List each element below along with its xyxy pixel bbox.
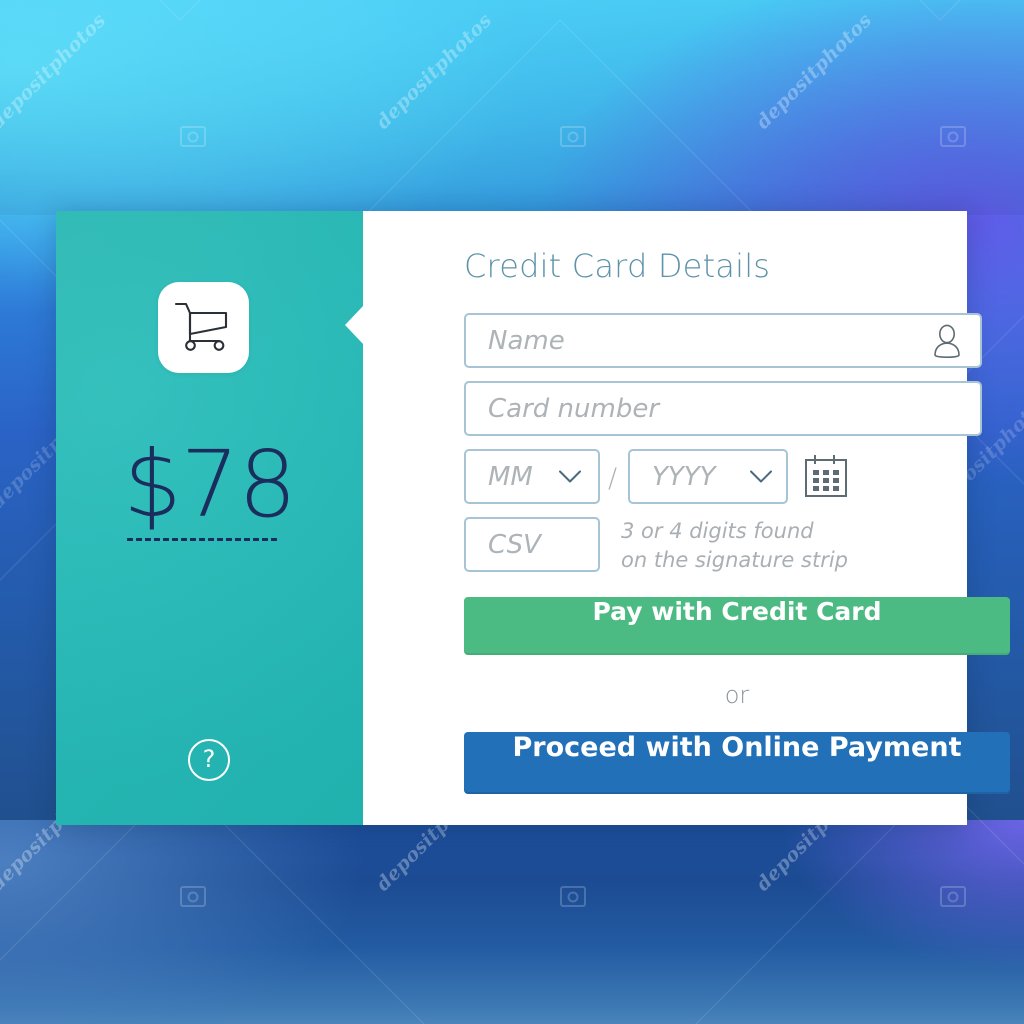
expiry-month-select[interactable]: MM [464, 449, 600, 504]
expiry-year-placeholder: YYYY [652, 461, 716, 492]
chevron-down-icon [559, 470, 581, 482]
card-number-field[interactable]: Card number [464, 381, 982, 436]
credit-card-form-panel: Credit Card Details Name Card number MM [363, 211, 1010, 825]
shopping-cart-icon [174, 302, 228, 351]
cart-icon-tile [158, 282, 249, 373]
name-field-placeholder: Name [488, 325, 565, 356]
csv-hint-line-1: 3 or 4 digits found [621, 519, 814, 543]
or-divider-label: or [724, 681, 750, 709]
csv-field-placeholder: CSV [488, 529, 541, 560]
price-dashed-underline [127, 538, 277, 541]
csv-hint: 3 or 4 digits found on the signature str… [621, 517, 911, 575]
payment-card: $78 ? Credit Card Details Name Card numb… [56, 211, 1010, 825]
date-separator: / [608, 463, 618, 494]
card-number-field-placeholder: Card number [488, 393, 660, 424]
help-icon[interactable]: ? [188, 739, 230, 781]
order-total-price: $78 [123, 431, 297, 538]
pay-with-credit-card-button[interactable]: Pay with Credit Card [464, 597, 1010, 655]
screenshot-stage: depositphotos depositphotos depositphoto… [0, 0, 1024, 1024]
order-summary-panel: $78 ? [56, 211, 363, 825]
csv-field[interactable]: CSV [464, 517, 600, 572]
panel-notch [345, 305, 364, 345]
form-title: Credit Card Details [464, 247, 771, 285]
csv-hint-line-2: on the signature strip [621, 548, 849, 572]
name-field[interactable]: Name [464, 313, 982, 368]
chevron-down-icon [750, 470, 772, 482]
expiry-year-select[interactable]: YYYY [628, 449, 788, 504]
background-upper-shade [0, 0, 1024, 215]
background-lower-gradient [0, 820, 1024, 1024]
user-icon [934, 324, 960, 358]
calendar-icon[interactable] [803, 453, 849, 499]
expiry-month-placeholder: MM [488, 461, 533, 492]
proceed-online-payment-button[interactable]: Proceed with Online Payment [464, 732, 1010, 794]
